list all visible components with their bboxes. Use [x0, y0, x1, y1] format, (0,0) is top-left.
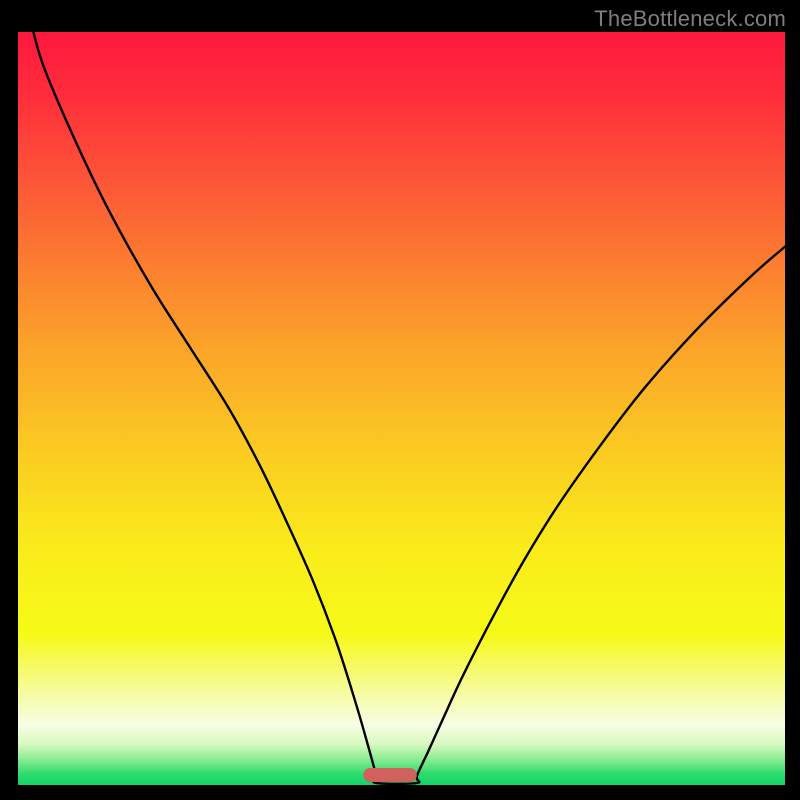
bottleneck-chart	[0, 0, 800, 800]
watermark-text: TheBottleneck.com	[594, 6, 786, 32]
plot-area	[18, 32, 785, 785]
chart-stage: TheBottleneck.com	[0, 0, 800, 800]
target-marker	[363, 768, 417, 782]
